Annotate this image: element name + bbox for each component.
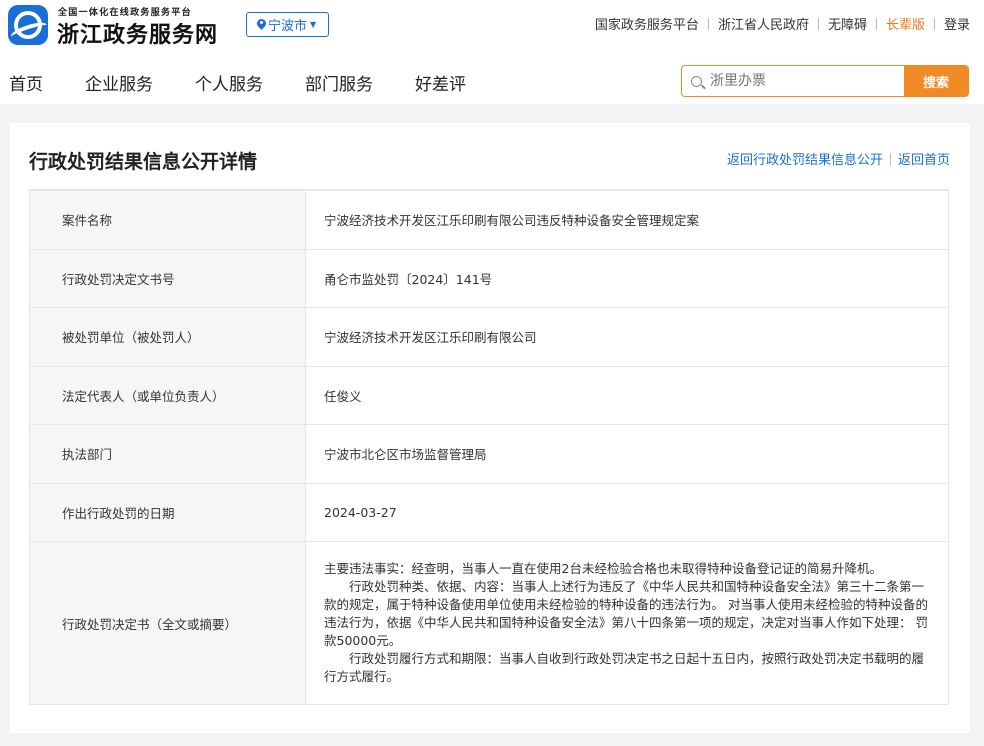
location-pin-icon bbox=[255, 16, 268, 31]
field-value: 甬仑市监处罚〔2024〕141号 bbox=[305, 248, 949, 308]
link-elder-mode[interactable]: 长辈版 bbox=[886, 14, 925, 33]
field-label: 作出行政处罚的日期 bbox=[29, 482, 306, 542]
field-value: 宁波经济技术开发区江乐印刷有限公司 bbox=[305, 307, 949, 367]
site-header: 全国一体化在线政务服务平台 浙江政务服务网 宁波市 ▼ 国家政务服务平台 浙江省… bbox=[0, 0, 984, 104]
decision-enforcement: 行政处罚履行方式和期限：当事人自收到行政处罚决定书之日起十五日内，按照行政处罚决… bbox=[324, 651, 925, 684]
search-input[interactable] bbox=[710, 66, 904, 96]
link-accessibility[interactable]: 无障碍 bbox=[828, 14, 867, 33]
nav-feedback[interactable]: 好差评 bbox=[415, 70, 466, 95]
field-label: 行政处罚决定文书号 bbox=[29, 248, 306, 308]
top-links: 国家政务服务平台 浙江省人民政府 无障碍 长辈版 登录 bbox=[595, 14, 970, 33]
field-value: 任俊义 bbox=[305, 365, 949, 425]
nav-personal-services[interactable]: 个人服务 bbox=[195, 70, 263, 95]
field-value: 宁波市北仑区市场监督管理局 bbox=[305, 424, 949, 484]
penalty-detail-table: 案件名称 宁波经济技术开发区江乐印刷有限公司违反特种设备安全管理规定案 行政处罚… bbox=[29, 190, 949, 705]
divider bbox=[875, 17, 877, 30]
field-label: 案件名称 bbox=[29, 190, 306, 250]
field-value: 主要违法事实：经查明，当事人一直在使用2台未经检验合格也未取得特种设备登记证的简… bbox=[305, 541, 949, 705]
field-value: 宁波经济技术开发区江乐印刷有限公司违反特种设备安全管理规定案 bbox=[305, 190, 949, 250]
nav-department-services[interactable]: 部门服务 bbox=[305, 70, 373, 95]
city-name: 宁波市 bbox=[268, 19, 308, 34]
caret-down-icon: ▼ bbox=[310, 20, 317, 29]
nav-home[interactable]: 首页 bbox=[9, 70, 43, 95]
table-row: 行政处罚决定文书号 甬仑市监处罚〔2024〕141号 bbox=[29, 248, 949, 308]
divider bbox=[707, 17, 709, 30]
page-title: 行政处罚结果信息公开详情 bbox=[29, 151, 258, 173]
search-button[interactable]: 搜索 bbox=[904, 66, 968, 96]
decision-facts: 主要违法事实：经查明，当事人一直在使用2台未经检验合格也未取得特种设备登记证的简… bbox=[324, 561, 882, 576]
table-row: 法定代表人（或单位负责人） 任俊义 bbox=[29, 365, 949, 425]
nav-enterprise-services[interactable]: 企业服务 bbox=[85, 70, 153, 95]
main-nav: 首页 企业服务 个人服务 部门服务 好差评 bbox=[9, 70, 508, 95]
link-provincial-government[interactable]: 浙江省人民政府 bbox=[718, 14, 809, 33]
table-row: 执法部门 宁波市北仑区市场监督管理局 bbox=[29, 424, 949, 484]
divider bbox=[933, 17, 935, 30]
table-row: 行政处罚决定书（全文或摘要） 主要违法事实：经查明，当事人一直在使用2台未经检验… bbox=[29, 541, 949, 705]
divider bbox=[889, 152, 891, 165]
site-logo-icon[interactable] bbox=[8, 5, 48, 45]
field-label: 被处罚单位（被处罚人） bbox=[29, 307, 306, 367]
table-row: 作出行政处罚的日期 2024-03-27 bbox=[29, 482, 949, 542]
city-selector[interactable]: 宁波市 ▼ bbox=[246, 12, 329, 37]
divider bbox=[817, 17, 819, 30]
decision-basis: 行政处罚种类、依据、内容：当事人上述行为违反了《中华人民共和国特种设备安全法》第… bbox=[324, 579, 928, 648]
field-label: 行政处罚决定书（全文或摘要） bbox=[29, 541, 306, 705]
field-label: 执法部门 bbox=[29, 424, 306, 484]
link-national-platform[interactable]: 国家政务服务平台 bbox=[595, 14, 699, 33]
search-box: 搜索 bbox=[681, 65, 969, 97]
field-value: 2024-03-27 bbox=[305, 482, 949, 542]
link-back-home[interactable]: 返回首页 bbox=[898, 149, 950, 168]
link-login[interactable]: 登录 bbox=[944, 14, 970, 33]
field-label: 法定代表人（或单位负责人） bbox=[29, 365, 306, 425]
table-row: 被处罚单位（被处罚人） 宁波经济技术开发区江乐印刷有限公司 bbox=[29, 307, 949, 367]
detail-card: 行政处罚结果信息公开详情 返回行政处罚结果信息公开 返回首页 案件名称 宁波经济… bbox=[10, 123, 970, 733]
breadcrumb-links: 返回行政处罚结果信息公开 返回首页 bbox=[727, 149, 950, 168]
table-row: 案件名称 宁波经济技术开发区江乐印刷有限公司违反特种设备安全管理规定案 bbox=[29, 190, 949, 250]
search-icon bbox=[682, 66, 710, 96]
link-back-to-list[interactable]: 返回行政处罚结果信息公开 bbox=[727, 149, 883, 168]
site-name[interactable]: 浙江政务服务网 bbox=[57, 17, 218, 49]
